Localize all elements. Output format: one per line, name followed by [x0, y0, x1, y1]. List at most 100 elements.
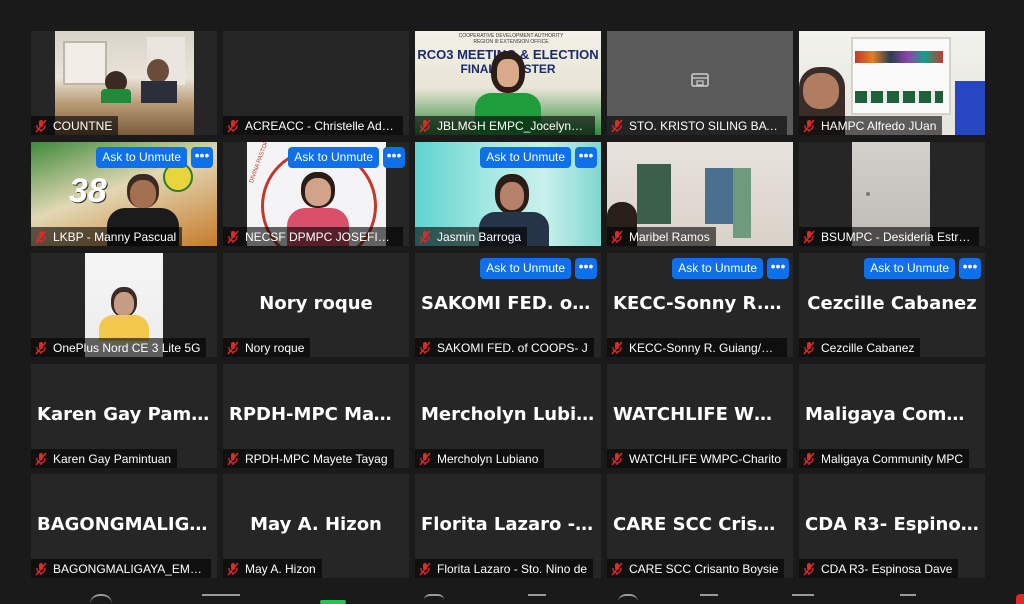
participant-tile-oneplus[interactable]: OnePlus Nord CE 3 Lite 5G	[31, 253, 217, 357]
participant-tile-maligaya[interactable]: Maligaya Community MPC Maligaya Communit…	[799, 364, 985, 468]
mic-muted-icon	[611, 341, 623, 355]
participant-name: BSUMPC - Desideria Estrella	[821, 229, 973, 244]
participant-namebar: HAMPC Alfredo JUan	[799, 116, 943, 135]
share-screen-icon[interactable]	[320, 600, 346, 604]
participant-tile-countne[interactable]: COUNTNE	[31, 31, 217, 135]
participant-tile-mercholyn[interactable]: Mercholyn Lubiano Mercholyn Lubiano	[415, 364, 601, 468]
participant-name: Maligaya Community MPC	[821, 451, 964, 466]
participant-tile-may-hizon[interactable]: May A. Hizon May A. Hizon	[223, 474, 409, 578]
participant-tile-acreacc[interactable]: ACREACC - Christelle Adrienne	[223, 31, 409, 135]
participant-namebar: Florita Lazaro - Sto. Nino de	[415, 559, 594, 578]
meeting-toolbar	[0, 586, 1024, 604]
ask-to-unmute-button[interactable]: Ask to Unmute	[480, 258, 571, 279]
participant-namebar: BAGONGMALIGAYA_EMERITA	[31, 559, 211, 578]
participant-tile-jasmin[interactable]: Ask to Unmute ••• Jasmin Barroga	[415, 142, 601, 246]
participant-display-name: Nory roque	[259, 293, 373, 314]
participant-name: CDA R3- Espinosa Dave	[821, 561, 953, 576]
mic-muted-icon	[611, 562, 623, 576]
participant-tile-bagongmaligaya[interactable]: BAGONGMALIGAYA_EMERITA BAGONGMALIGAYA_EM…	[31, 474, 217, 578]
participant-tile-sto-kristo[interactable]: STO. KRISTO SILING BATA MPC	[607, 31, 793, 135]
mic-muted-icon	[227, 341, 239, 355]
more-options-button[interactable]: •••	[575, 258, 597, 279]
participant-tile-rpdh[interactable]: RPDH-MPC Mayete Tayag RPDH-MPC Mayete Ta…	[223, 364, 409, 468]
participant-name: HAMPC Alfredo JUan	[821, 118, 937, 133]
participant-name: Mercholyn Lubiano	[437, 451, 539, 466]
participant-namebar: JBLMGH EMPC_JocelynAFLamit	[415, 116, 595, 135]
participant-name: ACREACC - Christelle Adrienne	[245, 118, 397, 133]
participant-tile-lkbp[interactable]: 38 Ask to Unmute ••• LKBP - Manny Pascua…	[31, 142, 217, 246]
participant-name: Cezcille Cabanez	[821, 340, 915, 355]
mic-muted-icon	[227, 452, 239, 466]
participant-tile-care-scc[interactable]: CARE SCC Crisanto Boysie CARE SCC Crisan…	[607, 474, 793, 578]
participant-tile-maribel[interactable]: Maribel Ramos	[607, 142, 793, 246]
participant-display-name: RPDH-MPC Mayete Tayag	[229, 404, 403, 425]
participant-name: LKBP - Manny Pascual	[53, 229, 177, 244]
participant-namebar: STO. KRISTO SILING BATA MPC	[607, 116, 787, 135]
more-options-button[interactable]: •••	[191, 147, 213, 168]
leave-icon[interactable]	[1016, 594, 1024, 604]
record-icon[interactable]	[424, 594, 444, 604]
mic-muted-icon	[803, 452, 815, 466]
apps-icon[interactable]	[618, 594, 638, 604]
participant-name: May A. Hizon	[245, 561, 316, 576]
ask-to-unmute-button[interactable]: Ask to Unmute	[288, 147, 379, 168]
participant-namebar: KECC-Sonny R. Guiang/Chair	[607, 338, 787, 357]
participant-tile-watchlife[interactable]: WATCHLIFE WMPC-Charito WATCHLIFE WMPC-Ch…	[607, 364, 793, 468]
ask-to-unmute-button[interactable]: Ask to Unmute	[672, 258, 763, 279]
mic-muted-icon	[803, 562, 815, 576]
participant-tile-jblmgh[interactable]: COOPERATIVE DEVELOPMENT AUTHORITY REGION…	[415, 31, 601, 135]
participant-display-name: May A. Hizon	[250, 514, 382, 535]
whiteboards-icon[interactable]	[700, 594, 718, 604]
notes-icon[interactable]	[792, 594, 814, 604]
participant-tile-florita[interactable]: Florita Lazaro - Sto. Nino Florita Lazar…	[415, 474, 601, 578]
mic-muted-icon	[419, 341, 431, 355]
mic-muted-icon	[803, 341, 815, 355]
participant-tile-nory[interactable]: Nory roque Nory roque	[223, 253, 409, 357]
participant-tile-necsf[interactable]: DIVINA PASTORA MULTI-PURPOSE COOPERATIVE…	[223, 142, 409, 246]
participant-namebar: Jasmin Barroga	[415, 227, 528, 246]
participant-display-name: CARE SCC Crisanto Boysie	[613, 514, 787, 535]
mic-muted-icon	[227, 230, 239, 244]
participant-tile-karen[interactable]: Karen Gay Pamintuan Karen Gay Pamintuan	[31, 364, 217, 468]
mic-muted-icon	[35, 341, 47, 355]
participant-name: BAGONGMALIGAYA_EMERITA	[53, 561, 205, 576]
participant-namebar: Cezcille Cabanez	[799, 338, 921, 357]
participant-display-name: SAKOMI FED. of COOPS	[421, 293, 595, 314]
participant-namebar: SAKOMI FED. of COOPS- J	[415, 338, 594, 357]
participant-tile-hampc[interactable]: HAMPC Alfredo JUan	[799, 31, 985, 135]
participant-namebar: Karen Gay Pamintuan	[31, 449, 178, 468]
participant-tile-cezcille[interactable]: Ask to Unmute ••• Cezcille Cabanez Cezci…	[799, 253, 985, 357]
more-options-button[interactable]: •••	[575, 147, 597, 168]
mic-muted-icon	[35, 452, 47, 466]
more-icon[interactable]	[900, 594, 916, 604]
participant-namebar: Maribel Ramos	[607, 227, 716, 246]
ask-to-unmute-button[interactable]: Ask to Unmute	[480, 147, 571, 168]
participant-namebar: NECSF DPMPC JOSEFINA SANTOS	[223, 227, 403, 246]
participant-namebar: COUNTNE	[31, 116, 119, 135]
participant-display-name: Cezcille Cabanez	[807, 293, 977, 314]
participant-tile-sakomi[interactable]: Ask to Unmute ••• SAKOMI FED. of COOPS S…	[415, 253, 601, 357]
participant-namebar: OnePlus Nord CE 3 Lite 5G	[31, 338, 207, 357]
participant-tile-cda-r3[interactable]: CDA R3- Espinosa Dave CDA R3- Espinosa D…	[799, 474, 985, 578]
mic-muted-icon	[611, 452, 623, 466]
participants-icon[interactable]	[202, 594, 240, 604]
more-options-button[interactable]: •••	[767, 258, 789, 279]
participant-namebar: Mercholyn Lubiano	[415, 449, 545, 468]
participant-namebar: WATCHLIFE WMPC-Charito	[607, 449, 787, 468]
mic-muted-icon	[419, 119, 431, 133]
mic-muted-icon	[803, 230, 815, 244]
mic-muted-icon	[35, 230, 47, 244]
audio-icon[interactable]	[90, 594, 112, 604]
participant-tile-kecc[interactable]: Ask to Unmute ••• KECC-Sonny R. Guiang K…	[607, 253, 793, 357]
participant-namebar: Maligaya Community MPC	[799, 449, 970, 468]
participant-display-name: Mercholyn Lubiano	[421, 404, 595, 425]
more-options-button[interactable]: •••	[959, 258, 981, 279]
reactions-icon[interactable]	[528, 594, 546, 604]
participant-name: Maribel Ramos	[629, 229, 710, 244]
more-options-button[interactable]: •••	[383, 147, 405, 168]
participant-display-name: CDA R3- Espinosa Dave	[805, 514, 979, 535]
ask-to-unmute-button[interactable]: Ask to Unmute	[96, 147, 187, 168]
participant-tile-bsumpc[interactable]: BSUMPC - Desideria Estrella	[799, 142, 985, 246]
mic-muted-icon	[227, 562, 239, 576]
ask-to-unmute-button[interactable]: Ask to Unmute	[864, 258, 955, 279]
